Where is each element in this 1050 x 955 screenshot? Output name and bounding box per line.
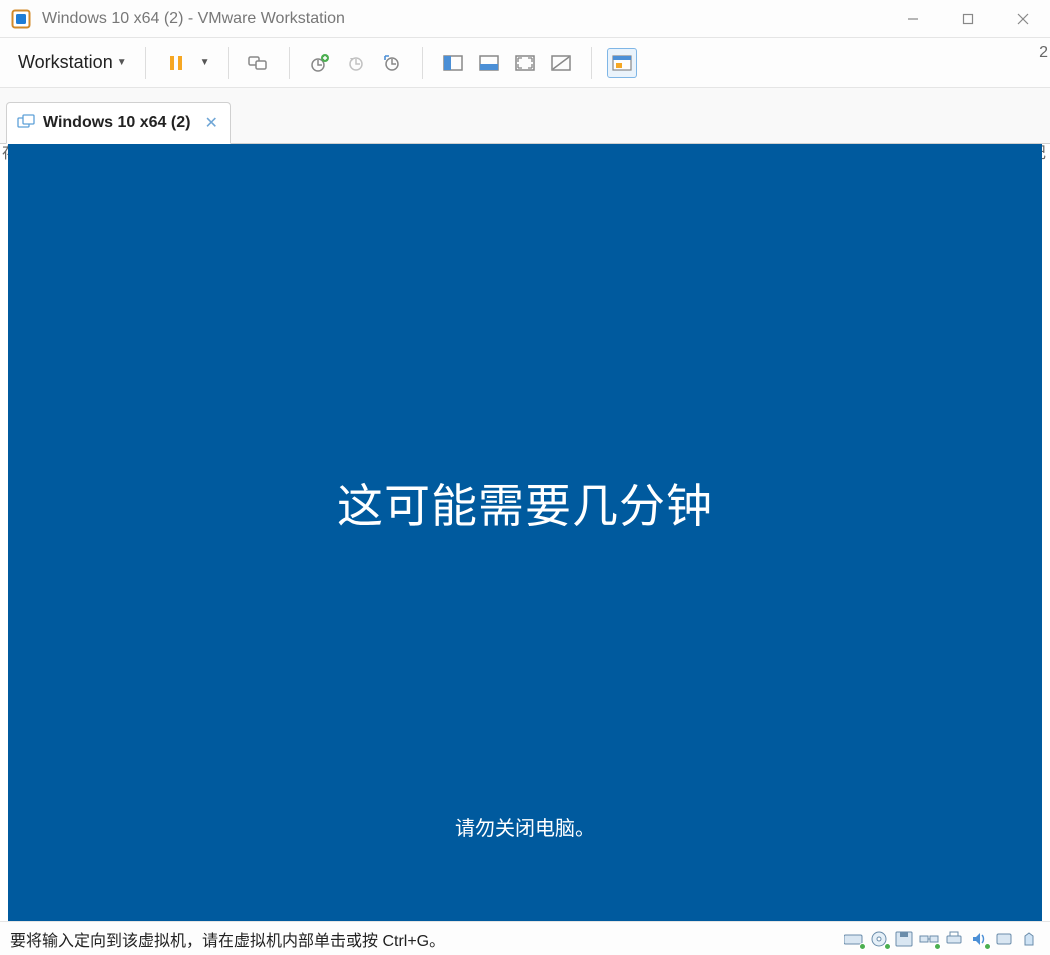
- snapshot-revert-button[interactable]: [341, 48, 371, 78]
- snapshot-take-button[interactable]: [305, 48, 335, 78]
- chevron-down-icon: ▼: [117, 57, 127, 68]
- titlebar: Windows 10 x64 (2) - VMware Workstation …: [0, 0, 1050, 38]
- view-thumbnail-button[interactable]: [474, 48, 504, 78]
- toolbar-separator: [145, 47, 146, 79]
- floppy-status-icon[interactable]: [893, 929, 915, 949]
- edge-fragment-right-top: 2: [1039, 44, 1048, 62]
- chevron-down-icon: ▼: [200, 57, 210, 68]
- view-console-button[interactable]: [607, 48, 637, 78]
- toolbar-separator: [289, 47, 290, 79]
- window-title: Windows 10 x64 (2) - VMware Workstation: [42, 10, 345, 28]
- windows-setup-main-message: 这可能需要几分钟: [337, 470, 713, 536]
- workstation-menu-label: Workstation: [18, 52, 113, 73]
- status-hint-text: 要将输入定向到该虚拟机，请在虚拟机内部单击或按 Ctrl+G。: [10, 927, 445, 951]
- vm-tab[interactable]: Windows 10 x64 (2) ✕: [6, 102, 231, 144]
- view-fullscreen-button[interactable]: [510, 48, 540, 78]
- maximize-button[interactable]: [940, 1, 995, 37]
- toolbar: Workstation ▼ ▼: [0, 38, 1050, 88]
- status-bar: 要将输入定向到该虚拟机，请在虚拟机内部单击或按 Ctrl+G。: [0, 921, 1050, 955]
- tab-close-button[interactable]: ✕: [204, 113, 217, 133]
- workstation-menu[interactable]: Workstation ▼: [12, 48, 133, 77]
- close-button[interactable]: [995, 1, 1050, 37]
- printer-status-icon[interactable]: [943, 929, 965, 949]
- vmware-app-icon: [10, 8, 32, 30]
- view-library-button[interactable]: [438, 48, 468, 78]
- toolbar-separator: [422, 47, 423, 79]
- toolbar-separator: [228, 47, 229, 79]
- vm-tab-label: Windows 10 x64 (2): [43, 114, 190, 132]
- minimize-button[interactable]: [885, 1, 940, 37]
- vm-icon: [17, 114, 35, 132]
- send-ctrl-alt-del-button[interactable]: [244, 48, 274, 78]
- device-status-icons: [843, 929, 1040, 949]
- vm-tab-bar: 存 Windows 10 x64 (2) ✕ 記: [0, 88, 1050, 144]
- snapshot-manager-button[interactable]: [377, 48, 407, 78]
- network-status-icon[interactable]: [918, 929, 940, 949]
- pause-vm-button[interactable]: [161, 48, 191, 78]
- toolbar-separator: [591, 47, 592, 79]
- windows-setup-sub-message: 请勿关闭电脑。: [455, 812, 595, 841]
- guest-display-area[interactable]: 这可能需要几分钟 请勿关闭电脑。: [8, 144, 1042, 921]
- cd-drive-status-icon[interactable]: [868, 929, 890, 949]
- power-dropdown[interactable]: ▼: [197, 48, 213, 78]
- window-controls: [885, 1, 1050, 37]
- hard-disk-status-icon[interactable]: [843, 929, 865, 949]
- view-unity-button[interactable]: [546, 48, 576, 78]
- usb-status-icon[interactable]: [993, 929, 1015, 949]
- message-log-icon[interactable]: [1018, 929, 1040, 949]
- sound-status-icon[interactable]: [968, 929, 990, 949]
